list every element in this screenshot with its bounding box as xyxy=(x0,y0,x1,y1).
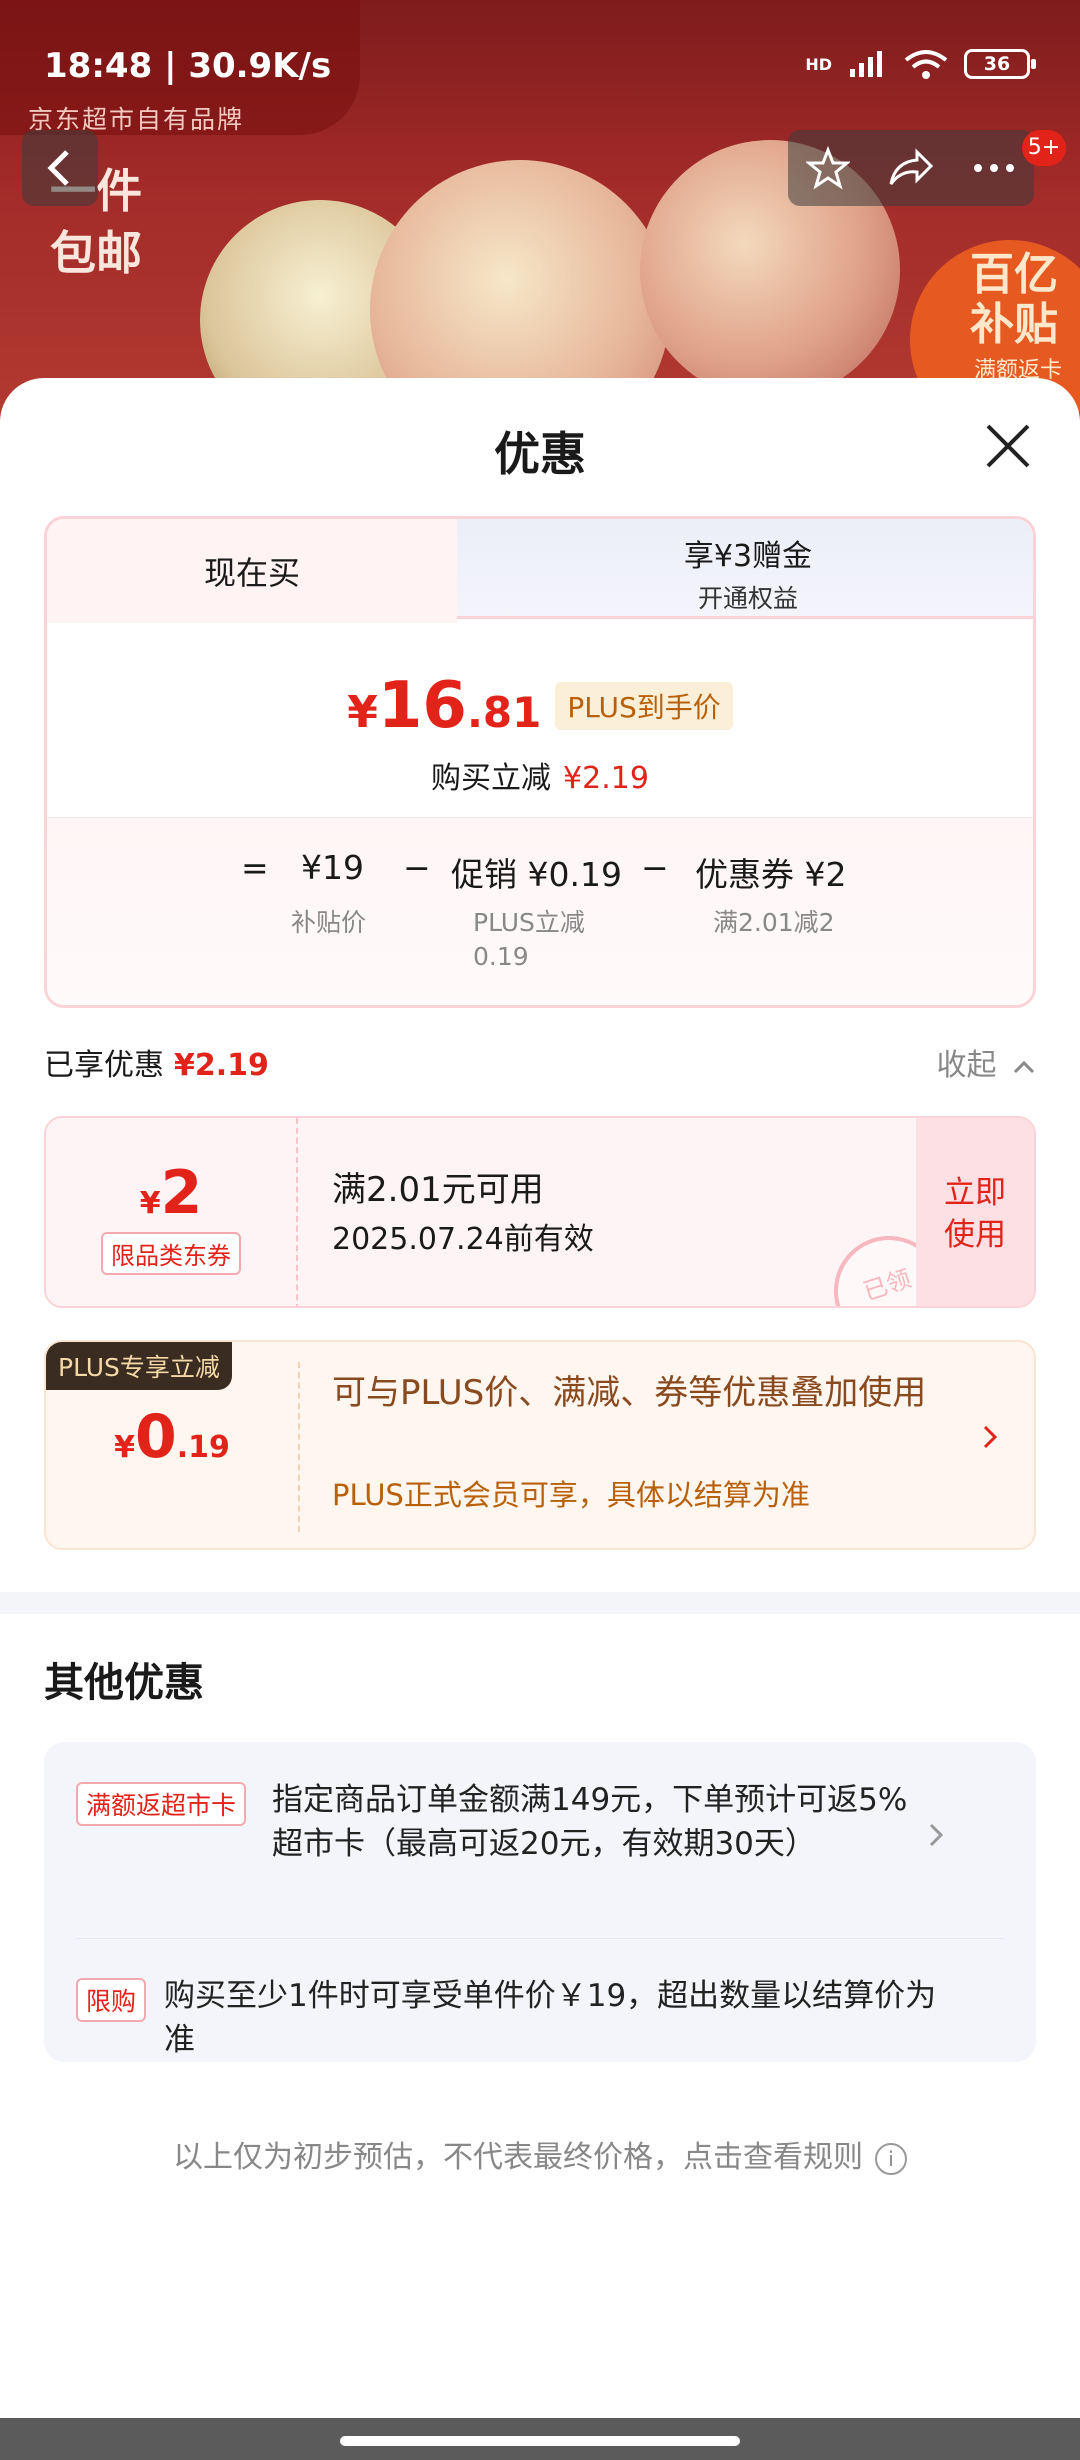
price-decimal: .81 xyxy=(466,688,542,737)
enjoyed-discount: 已享优惠 ¥2.19 xyxy=(44,1040,269,1084)
use-coupon-button[interactable]: 立即 使用 xyxy=(916,1118,1034,1306)
plus-exclusive-label: PLUS专享立减 xyxy=(46,1342,232,1390)
discount-sheet: 优惠 现在买 享¥3赠金 开通权益 ¥16.81 PLUS到手价 购买立减 ¥2.… xyxy=(0,378,1080,2418)
chevron-up-icon xyxy=(1013,1060,1035,1074)
collapse-label: 收起 xyxy=(936,1048,997,1083)
offer-item-limit: 限购 购买至少1件时可享受单件价￥19，超出数量以结算价为准 xyxy=(76,1974,976,2064)
coupon-type-badge: 限品类东券 xyxy=(101,1232,241,1275)
back-button[interactable] xyxy=(22,130,98,206)
discount-value: ¥2.19 xyxy=(563,761,649,796)
price-integer: 16 xyxy=(377,669,467,743)
coupon-label: 满2.01减2 xyxy=(713,908,835,937)
offer-text: 购买至少1件时可享受单件价￥19，超出数量以结算价为准 xyxy=(164,1978,937,2058)
plus-amount-dec: .19 xyxy=(176,1430,230,1465)
collapse-button[interactable]: 收起 xyxy=(936,1040,1036,1084)
network-hd-icon: HD xyxy=(805,54,832,74)
price-breakdown: = ¥19 − 促销 ¥0.19 − 优惠券 ¥2 补贴价 PLUS立减 0.1… xyxy=(47,817,1033,1005)
status-bar: 18:48 | 30.9K/s HD 36 xyxy=(0,0,1080,120)
chevron-right-icon xyxy=(983,1425,998,1449)
use-coupon-label: 立即 使用 xyxy=(944,1175,1006,1253)
subsidy-badge-text: 百亿 补贴 xyxy=(970,249,1058,350)
other-offers-list: 满额返超市卡 指定商品订单金额满149元，下单预计可返5%超市卡（最高可返20元… xyxy=(44,1742,1036,2062)
tab-buy-now[interactable]: 现在买 xyxy=(47,519,457,623)
enjoyed-label: 已享优惠 xyxy=(44,1048,164,1083)
signal-icon xyxy=(850,51,882,77)
base-price-value: ¥19 xyxy=(301,848,364,887)
discount-line: 购买立减 ¥2.19 xyxy=(47,753,1033,797)
coupon-card: ¥2 限品类东券 满2.01元可用 2025.07.24前有效 已领 立即 使用 xyxy=(44,1116,1036,1308)
share-icon[interactable] xyxy=(887,148,935,188)
tab-plus-bonus-sub: 开通权益 xyxy=(697,584,798,613)
minus-sign: − xyxy=(641,848,669,887)
price-card: 现在买 享¥3赠金 开通权益 ¥16.81 PLUS到手价 购买立减 ¥2.19 … xyxy=(44,516,1036,1008)
price-rules-link[interactable]: 以上仅为初步预估，不代表最终价格，点击查看规则 i xyxy=(0,2132,1080,2176)
sheet-title: 优惠 xyxy=(494,427,586,481)
chevron-right-icon xyxy=(929,1823,944,1847)
plus-price-tag: PLUS到手价 xyxy=(555,682,733,730)
offer-tag: 满额返超市卡 xyxy=(76,1782,247,1826)
divider xyxy=(298,1362,300,1532)
battery-icon: 36 xyxy=(964,49,1036,79)
tab-plus-bonus-label: 享¥3赠金 xyxy=(683,539,813,574)
coupon-expiry: 2025.07.24前有效 xyxy=(332,1222,594,1257)
notification-badge: 5+ xyxy=(1022,130,1066,166)
tab-plus-bonus[interactable]: 享¥3赠金 开通权益 xyxy=(457,519,1033,619)
plus-title: 可与PLUS价、满减、券等优惠叠加使用 xyxy=(332,1373,927,1413)
footnote-text: 以上仅为初步预估，不代表最终价格，点击查看规则 xyxy=(173,2140,863,2175)
coupon-amount: 2 xyxy=(160,1158,203,1228)
plus-note: PLUS正式会员可享，具体以结算为准 xyxy=(332,1478,810,1512)
equals-sign: = xyxy=(241,848,269,887)
discount-label: 购买立减 xyxy=(431,761,552,796)
wifi-icon xyxy=(904,50,948,79)
minus-sign: − xyxy=(403,848,431,887)
offer-item-cashback[interactable]: 满额返超市卡 指定商品订单金额满149元，下单预计可返5%超市卡（最高可返20元… xyxy=(76,1778,976,1918)
coupon-amount-block: ¥2 限品类东券 xyxy=(46,1118,298,1306)
plus-amount: ¥0.19 xyxy=(46,1402,298,1472)
offer-text: 指定商品订单金额满149元，下单预计可返5%超市卡（最高可返20元，有效期30天… xyxy=(272,1782,908,1862)
more-icon[interactable] xyxy=(972,162,1016,174)
divider xyxy=(76,1938,1004,1939)
base-price-label: 补贴价 xyxy=(291,908,367,937)
status-time: 18:48 | 30.9K/s xyxy=(44,46,332,86)
status-icons: HD 36 xyxy=(805,48,1036,80)
enjoyed-value: ¥2.19 xyxy=(174,1048,269,1083)
back-arrow-icon xyxy=(47,150,69,186)
plus-amount-int: 0 xyxy=(134,1402,177,1472)
top-action-group xyxy=(788,130,1034,206)
coupon-currency: ¥ xyxy=(139,1186,161,1221)
price-currency: ¥ xyxy=(347,687,378,738)
promo-label: PLUS立减 0.19 xyxy=(473,908,585,971)
plus-discount-card[interactable]: PLUS专享立减 ¥0.19 可与PLUS价、满减、券等优惠叠加使用 PLUS正… xyxy=(44,1340,1036,1550)
coupon-condition: 满2.01元可用 xyxy=(332,1170,544,1210)
offer-tag: 限购 xyxy=(76,1978,147,2022)
final-price-block: ¥16.81 PLUS到手价 购买立减 ¥2.19 xyxy=(47,669,1033,797)
coupon-value: 优惠券 ¥2 xyxy=(695,855,847,894)
info-icon: i xyxy=(875,2142,907,2175)
promo-value: 促销 ¥0.19 xyxy=(451,855,622,894)
other-offers-title: 其他优惠 xyxy=(44,1660,204,1706)
home-indicator[interactable] xyxy=(340,2436,740,2446)
close-icon[interactable] xyxy=(980,418,1036,474)
section-divider xyxy=(0,1592,1080,1614)
plus-currency: ¥ xyxy=(114,1430,135,1465)
star-icon[interactable] xyxy=(806,146,851,190)
